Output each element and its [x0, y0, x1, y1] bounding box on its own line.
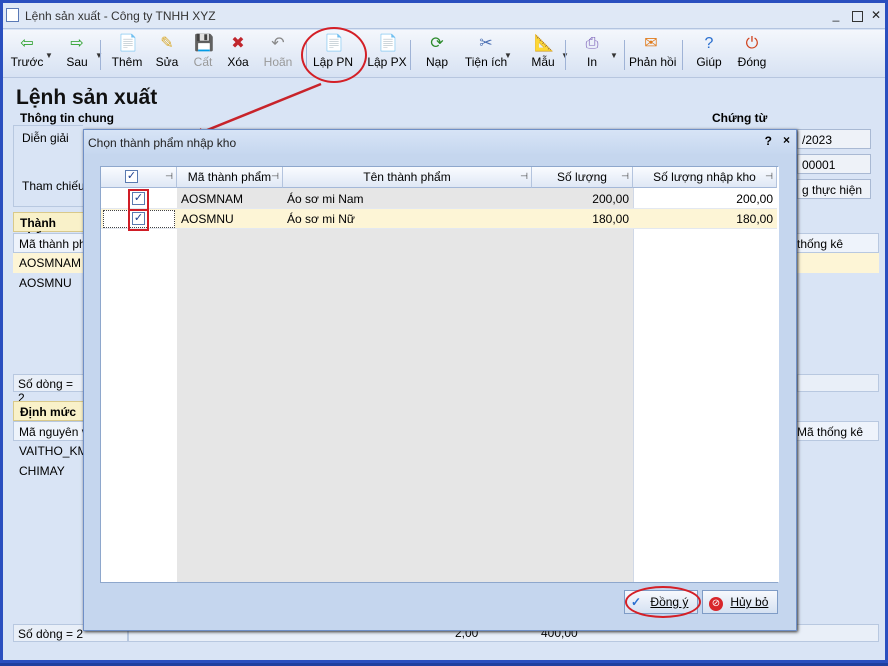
- select-all-checkbox[interactable]: ✓: [125, 170, 138, 183]
- cancel-button[interactable]: ⊘ Hủy bỏ: [702, 590, 778, 614]
- checkbox-highlight-divider: [128, 209, 149, 211]
- header-name-label: Tên thành phẩm: [363, 170, 451, 184]
- main-window: Lệnh sản xuất - Công ty TNHH XYZ _ ✕ ⇦ Tr…: [0, 0, 888, 663]
- dialog-title: Chọn thành phẩm nhập kho: [88, 136, 237, 150]
- products-grid: ✓ ⊣ Mã thành phẩm ⊣ Tên thành phẩm ⊣ Số lư…: [100, 166, 779, 583]
- qty-column-bg: [532, 167, 633, 582]
- dialog-title-bar: Chọn thành phẩm nhập kho ? ×: [84, 130, 796, 154]
- select-products-dialog: Chọn thành phẩm nhập kho ? × ✓ ⊣ Mã thàn…: [83, 129, 797, 631]
- qty-in-column-bg: [633, 167, 779, 582]
- row-qty: 200,00: [592, 192, 629, 206]
- row-name: Áo sơ mi Nữ: [287, 212, 355, 226]
- ok-highlight-circle: [625, 586, 701, 618]
- code-column-bg: [177, 167, 283, 582]
- pin-icon[interactable]: ⊣: [621, 171, 629, 182]
- row-qty: 180,00: [592, 212, 629, 226]
- row-code: AOSMNU: [181, 212, 234, 226]
- header-code[interactable]: Mã thành phẩm ⊣: [177, 167, 283, 188]
- header-code-label: Mã thành phẩm: [187, 170, 272, 184]
- name-column-bg: [283, 167, 532, 582]
- header-qty-in-label: Số lượng nhập kho: [653, 170, 756, 184]
- pin-icon[interactable]: ⊣: [520, 171, 528, 182]
- row-qty-in[interactable]: 200,00: [633, 189, 777, 209]
- header-qty[interactable]: Số lượng ⊣: [532, 167, 633, 188]
- row-qty-in[interactable]: 180,00: [633, 209, 777, 229]
- dialog-close-button[interactable]: ×: [783, 133, 790, 147]
- cancel-label: Hủy bỏ: [730, 595, 769, 609]
- help-button[interactable]: ?: [765, 134, 772, 148]
- header-qty-label: Số lượng: [557, 170, 607, 184]
- pin-icon[interactable]: ⊣: [165, 171, 173, 182]
- table-row[interactable]: ✓ AOSMNAM Áo sơ mi Nam 200,00 200,00: [101, 189, 777, 209]
- cancel-icon: ⊘: [709, 597, 723, 611]
- pin-icon[interactable]: ⊣: [765, 171, 773, 182]
- header-qty-in[interactable]: Số lượng nhập kho ⊣: [633, 167, 777, 188]
- select-all-header[interactable]: ✓ ⊣: [101, 167, 177, 188]
- table-row[interactable]: ✓ AOSMNU Áo sơ mi Nữ 180,00 180,00: [101, 209, 777, 229]
- header-name[interactable]: Tên thành phẩm ⊣: [283, 167, 532, 188]
- row-name: Áo sơ mi Nam: [287, 192, 364, 206]
- row-code: AOSMNAM: [181, 192, 244, 206]
- pin-icon[interactable]: ⊣: [271, 171, 279, 182]
- lap-pn-highlight-circle: [301, 27, 367, 83]
